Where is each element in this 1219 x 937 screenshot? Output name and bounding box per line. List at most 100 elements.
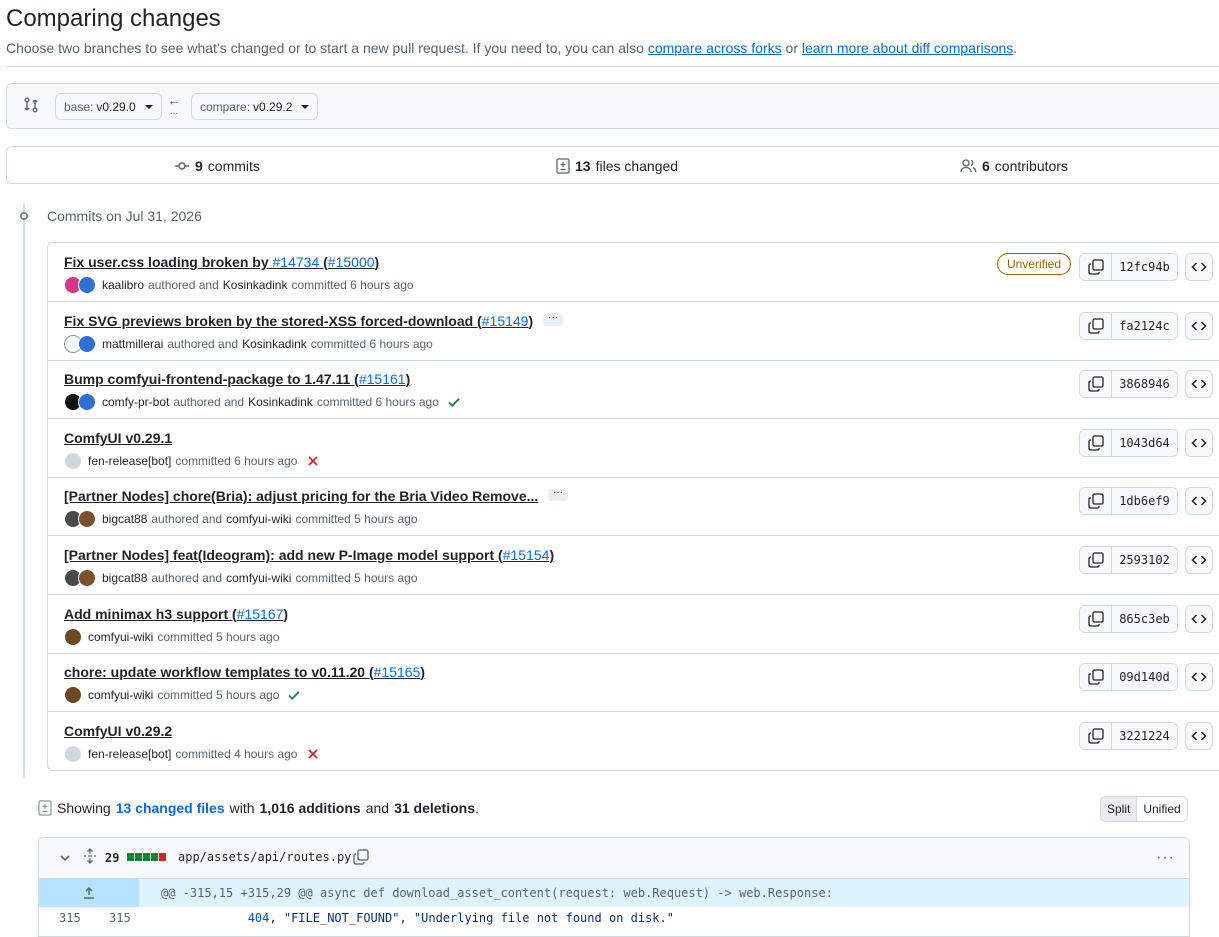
x-icon[interactable] <box>307 455 319 467</box>
commit-title-link[interactable]: [Partner Nodes] feat(Ideogram): add new … <box>64 547 554 563</box>
browse-repo-icon[interactable] <box>1185 370 1213 399</box>
avatar-stack[interactable] <box>64 686 82 705</box>
copy-icon[interactable] <box>1080 664 1112 691</box>
commit-title-link[interactable]: Fix user.css loading broken by #14734 (#… <box>64 254 379 270</box>
check-icon[interactable] <box>447 395 461 409</box>
commit-sha-link[interactable]: 865c3eb <box>1112 605 1177 632</box>
copy-icon[interactable] <box>1080 312 1112 339</box>
compare-across-forks-link[interactable]: compare across forks <box>648 40 782 56</box>
commit-title-link[interactable]: Add minimax h3 support (#15167) <box>64 606 288 622</box>
avatar-stack[interactable] <box>64 627 82 646</box>
avatar-stack[interactable] <box>64 276 96 294</box>
pr-link[interactable]: #14734 <box>273 254 320 270</box>
commit-title-link[interactable]: chore: update workflow templates to v0.1… <box>64 664 425 680</box>
avatar[interactable] <box>78 334 96 353</box>
copy-icon[interactable] <box>1080 429 1112 456</box>
commit-sha-link[interactable]: 12fc94b <box>1112 254 1177 280</box>
browse-repo-icon[interactable] <box>1185 663 1213 692</box>
author-link[interactable]: kaalibro <box>102 278 144 292</box>
author-link[interactable]: bigcat88 <box>102 571 147 585</box>
expand-message-button[interactable]: ··· <box>543 312 563 326</box>
commit-title-link[interactable]: Fix SVG previews broken by the stored-XS… <box>64 313 533 329</box>
commit-title-link[interactable]: ComfyUI v0.29.1 <box>64 430 172 446</box>
avatar-stack[interactable] <box>64 569 96 587</box>
commits-tab[interactable]: 9 commits <box>174 158 260 174</box>
unified-view-button[interactable]: Unified <box>1136 797 1187 821</box>
base-branch-select[interactable]: base: v0.29.0 <box>55 93 162 120</box>
learn-more-diff-link[interactable]: learn more about diff comparisons <box>802 40 1013 56</box>
browse-repo-icon[interactable] <box>1185 546 1213 574</box>
author-link[interactable]: bigcat88 <box>102 512 147 526</box>
copy-icon[interactable] <box>1080 722 1112 749</box>
commit-title-link[interactable]: Bump comfyui-frontend-package to 1.47.11… <box>64 371 410 387</box>
avatar[interactable] <box>64 744 82 763</box>
avatar-stack[interactable] <box>64 451 82 470</box>
git-compare-icon[interactable] <box>23 97 39 116</box>
avatar-stack[interactable] <box>64 510 96 529</box>
avatar[interactable] <box>78 276 96 294</box>
browse-repo-icon[interactable] <box>1185 311 1213 340</box>
avatar-stack[interactable] <box>64 393 96 412</box>
author-link[interactable]: mattmillerai <box>102 337 163 351</box>
browse-repo-icon[interactable] <box>1185 721 1213 750</box>
check-icon[interactable] <box>287 688 301 702</box>
author-link[interactable]: comfyui-wiki <box>88 630 153 644</box>
copy-icon[interactable] <box>1080 254 1112 280</box>
pr-link[interactable]: #15161 <box>359 371 406 387</box>
commit-sha-link[interactable]: 09d140d <box>1112 664 1177 691</box>
committer-link[interactable]: comfyui-wiki <box>226 571 291 585</box>
commit-sha-link[interactable]: 3868946 <box>1112 371 1177 398</box>
unverified-badge[interactable]: Unverified <box>996 253 1071 275</box>
copy-icon[interactable] <box>1080 605 1112 632</box>
commit-sha-link[interactable]: 3221224 <box>1112 722 1177 749</box>
chevron-down-icon[interactable] <box>59 851 71 867</box>
pr-link[interactable]: #15000 <box>328 254 375 270</box>
avatar-stack[interactable] <box>64 334 96 353</box>
changed-files-link[interactable]: 13 changed files <box>116 800 225 816</box>
avatar[interactable] <box>64 451 82 470</box>
compare-branch-select[interactable]: compare: v0.29.2 <box>191 93 319 120</box>
avatar[interactable] <box>64 686 82 705</box>
avatar[interactable] <box>78 510 96 529</box>
new-line-number[interactable]: 315 <box>109 911 131 925</box>
copy-icon[interactable] <box>1080 488 1112 515</box>
browse-repo-icon[interactable] <box>1185 253 1213 281</box>
avatar[interactable] <box>78 393 96 412</box>
pr-link[interactable]: #15154 <box>503 547 550 563</box>
pr-link[interactable]: #15165 <box>374 664 421 680</box>
committer-link[interactable]: comfyui-wiki <box>226 512 291 526</box>
expand-message-button[interactable]: ··· <box>548 488 568 502</box>
browse-repo-icon[interactable] <box>1185 604 1213 633</box>
commit-sha-link[interactable]: 1db6ef9 <box>1112 488 1177 515</box>
files-changed-tab[interactable]: 13 files changed <box>556 158 678 174</box>
copy-icon[interactable] <box>1080 547 1112 573</box>
avatar[interactable] <box>64 627 82 646</box>
author-link[interactable]: comfy-pr-bot <box>102 395 169 409</box>
pr-link[interactable]: #15149 <box>482 313 529 329</box>
commit-title-link[interactable]: [Partner Nodes] chore(Bria): adjust pric… <box>64 488 538 504</box>
commit-sha-link[interactable]: fa2124c <box>1112 312 1177 339</box>
browse-repo-icon[interactable] <box>1185 428 1213 457</box>
committer-link[interactable]: Kosinkadink <box>242 337 307 351</box>
committer-link[interactable]: Kosinkadink <box>248 395 313 409</box>
author-link[interactable]: fen-release[bot] <box>88 747 171 761</box>
expand-up-icon[interactable] <box>39 879 139 907</box>
old-line-number[interactable]: 315 <box>59 911 81 925</box>
commit-sha-link[interactable]: 2593102 <box>1112 547 1177 573</box>
copy-icon[interactable] <box>353 849 369 868</box>
copy-icon[interactable] <box>1080 371 1112 398</box>
x-icon[interactable] <box>307 748 319 760</box>
avatar[interactable] <box>78 569 96 587</box>
author-link[interactable]: fen-release[bot] <box>88 454 171 468</box>
commit-title-link[interactable]: ComfyUI v0.29.2 <box>64 723 172 739</box>
author-link[interactable]: comfyui-wiki <box>88 688 153 702</box>
file-path[interactable]: app/assets/api/routes.py <box>178 850 351 864</box>
contributors-tab[interactable]: 6 contributors <box>960 158 1068 174</box>
unfold-icon[interactable] <box>83 848 97 867</box>
pr-link[interactable]: #15167 <box>237 606 284 622</box>
swap-arrow[interactable]: ← ... <box>167 93 181 118</box>
committer-link[interactable]: Kosinkadink <box>223 278 288 292</box>
browse-repo-icon[interactable] <box>1185 487 1213 516</box>
commit-sha-link[interactable]: 1043d64 <box>1112 429 1177 456</box>
split-view-button[interactable]: Split <box>1101 797 1137 821</box>
